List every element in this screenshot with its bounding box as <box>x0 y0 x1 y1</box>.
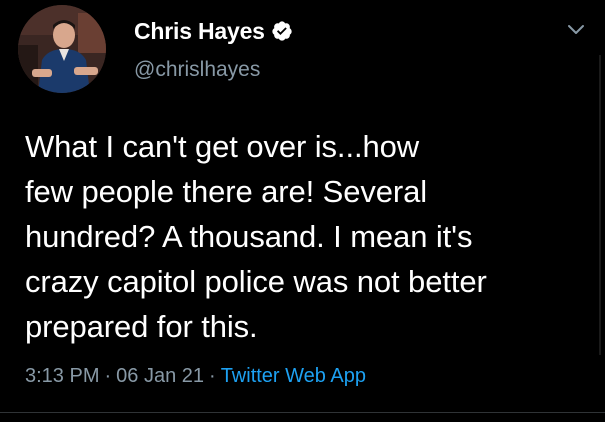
tweet-text-line: few people there are! Several <box>25 174 428 209</box>
tweet-text-line: crazy capitol police was not better <box>25 264 487 299</box>
tweet-text: What I can't get over is...how few peopl… <box>25 124 595 349</box>
author-display-name[interactable]: Chris Hayes <box>134 18 265 45</box>
meta-separator: · <box>104 365 112 387</box>
author-name-row: Chris Hayes <box>134 14 293 48</box>
tweet-text-line: prepared for this. <box>25 309 258 344</box>
tweet[interactable]: Chris Hayes @chrislhayes What I can't ge… <box>0 0 605 410</box>
tweet-source-link[interactable]: Twitter Web App <box>221 365 366 387</box>
tweet-text-line: What I can't get over is...how <box>25 129 420 164</box>
verified-badge-icon <box>272 21 292 41</box>
avatar[interactable] <box>18 5 106 93</box>
chevron-down-icon[interactable] <box>566 22 586 36</box>
tweet-time[interactable]: 3:13 PM <box>25 365 99 387</box>
scroll-edge <box>599 55 601 355</box>
divider <box>0 412 605 413</box>
meta-separator: · <box>209 365 216 387</box>
author-handle[interactable]: @chrislhayes <box>134 58 260 82</box>
tweet-screenshot: Chris Hayes @chrislhayes What I can't ge… <box>0 0 605 422</box>
tweet-text-line: hundred? A thousand. I mean it's <box>25 219 473 254</box>
tweet-meta: 3:13 PM · 06 Jan 21 · Twitter Web App <box>25 365 366 388</box>
tweet-date[interactable]: 06 Jan 21 <box>116 365 204 387</box>
